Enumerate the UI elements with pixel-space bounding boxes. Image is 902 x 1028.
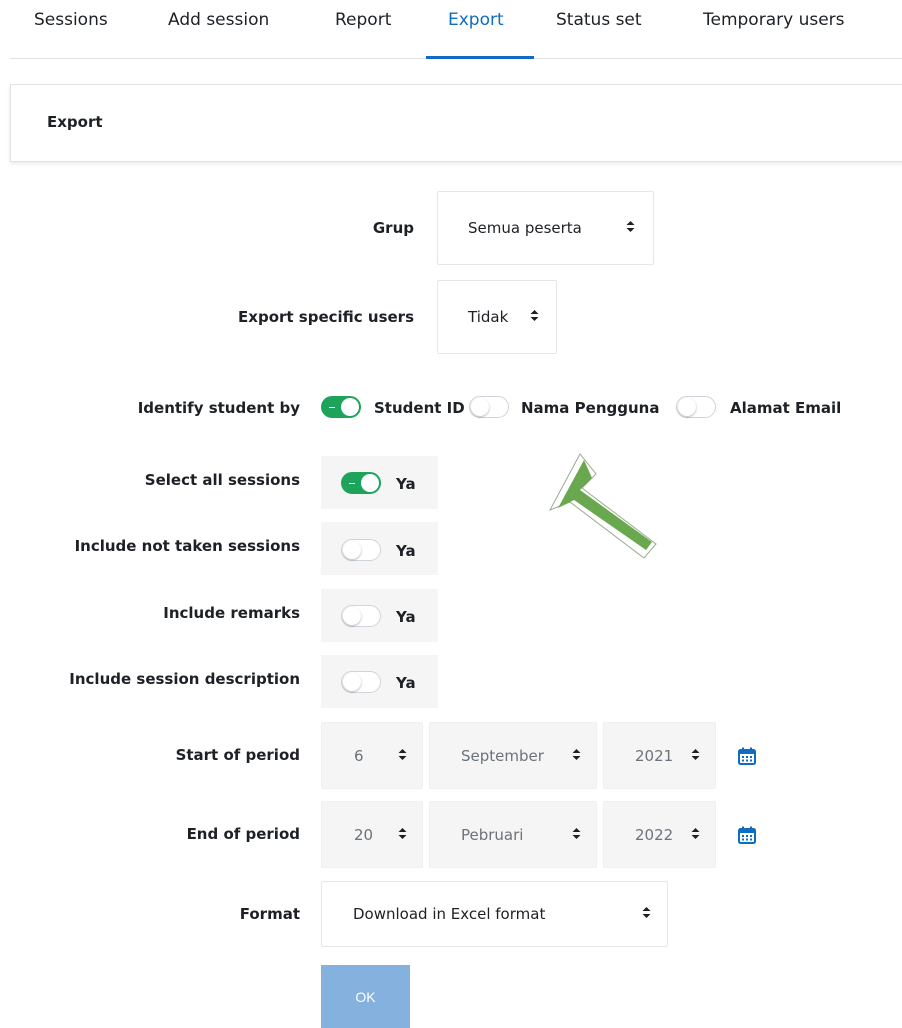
end-year-value: 2022 — [635, 825, 674, 844]
specific-users-select-value: Tidak — [468, 308, 509, 326]
start-month-value: September — [461, 746, 544, 765]
group-select-value: Semua peserta — [468, 219, 582, 237]
email-label: Alamat Email — [730, 399, 842, 417]
updown-arrow-icon — [626, 221, 635, 235]
updown-arrow-icon — [572, 748, 581, 763]
updown-arrow-icon — [398, 827, 407, 842]
updown-arrow-icon — [691, 748, 700, 763]
include-not-taken-value: Ya — [396, 542, 416, 560]
include-description-label: Include session description — [69, 670, 300, 688]
start-month-select[interactable]: September — [429, 722, 597, 789]
updown-arrow-icon — [642, 907, 651, 921]
card-title: Export — [47, 113, 103, 131]
updown-arrow-icon — [398, 748, 407, 763]
updown-arrow-icon — [530, 310, 539, 324]
start-year-value: 2021 — [635, 746, 674, 765]
start-day-value: 6 — [354, 746, 364, 765]
group-select[interactable]: Semua peserta — [437, 191, 654, 265]
student-id-label: Student ID — [374, 399, 465, 417]
tab-add-session[interactable]: Add session — [168, 10, 269, 30]
ok-button-label: OK — [355, 989, 376, 1005]
username-label: Nama Pengguna — [521, 399, 660, 417]
toggle-include-not-taken[interactable] — [341, 539, 381, 561]
export-card: Export — [10, 84, 902, 162]
include-remarks-label: Include remarks — [163, 604, 300, 622]
identify-label: Identify student by — [137, 399, 300, 417]
toggle-select-all-sessions[interactable] — [341, 472, 381, 494]
format-select-value: Download in Excel format — [353, 905, 546, 923]
toggle-student-id[interactable] — [321, 396, 361, 418]
format-label: Format — [239, 905, 300, 923]
calendar-icon[interactable] — [738, 747, 756, 765]
end-year-select[interactable]: 2022 — [603, 801, 716, 868]
annotation-arrow-icon — [548, 453, 657, 559]
toggle-username[interactable] — [469, 396, 509, 418]
start-year-select[interactable]: 2021 — [603, 722, 716, 789]
end-day-select[interactable]: 20 — [321, 801, 423, 868]
start-day-select[interactable]: 6 — [321, 722, 423, 789]
active-tab-indicator — [426, 56, 534, 59]
start-period-label: Start of period — [175, 746, 300, 764]
nav-tabs: Sessions Add session Report Export Statu… — [10, 0, 902, 59]
tab-temporary-users[interactable]: Temporary users — [703, 10, 845, 30]
tab-sessions[interactable]: Sessions — [34, 10, 108, 30]
specific-users-select[interactable]: Tidak — [437, 280, 557, 354]
select-all-sessions-label: Select all sessions — [144, 471, 300, 489]
toggle-email[interactable] — [676, 396, 716, 418]
updown-arrow-icon — [572, 827, 581, 842]
end-month-value: Pebruari — [461, 825, 524, 844]
group-label: Grup — [372, 219, 414, 237]
tab-export[interactable]: Export — [448, 10, 504, 30]
end-period-label: End of period — [186, 825, 300, 843]
end-day-value: 20 — [354, 825, 374, 844]
include-description-value: Ya — [396, 674, 416, 692]
tab-status-set[interactable]: Status set — [556, 10, 642, 30]
updown-arrow-icon — [691, 827, 700, 842]
end-month-select[interactable]: Pebruari — [429, 801, 597, 868]
tab-report[interactable]: Report — [335, 10, 391, 30]
format-select[interactable]: Download in Excel format — [321, 881, 668, 947]
specific-users-label: Export specific users — [238, 308, 414, 326]
include-remarks-value: Ya — [396, 608, 416, 626]
ok-button[interactable]: OK — [321, 965, 410, 1028]
include-not-taken-label: Include not taken sessions — [74, 537, 300, 555]
calendar-icon[interactable] — [738, 826, 756, 844]
select-all-sessions-value: Ya — [396, 475, 416, 493]
toggle-include-remarks[interactable] — [341, 605, 381, 627]
toggle-include-description[interactable] — [341, 671, 381, 693]
